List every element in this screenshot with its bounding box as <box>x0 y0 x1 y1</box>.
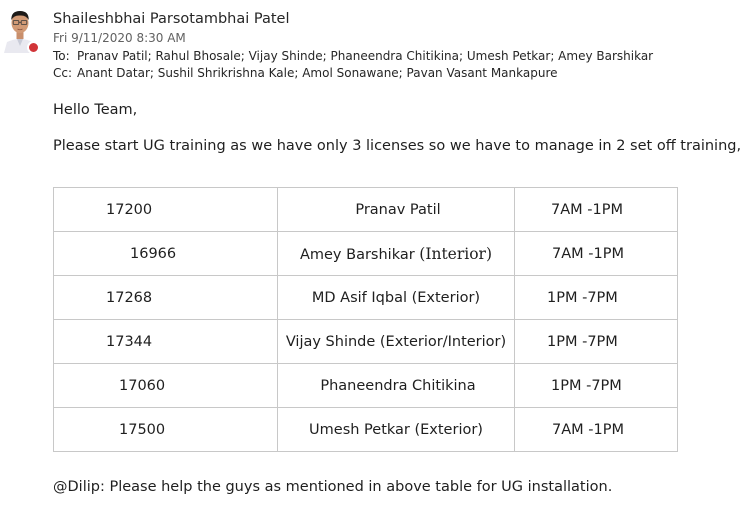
employee-name-cell: Amey Barshikar (Interior) <box>277 231 515 276</box>
employee-name-cell: Umesh Petkar (Exterior) <box>277 407 515 452</box>
table-row: 17268 MD Asif Iqbal (Exterior) 1PM -7PM <box>53 275 678 320</box>
cc-label: Cc: <box>53 66 73 80</box>
time-slot-cell: 7AM -1PM <box>514 407 678 452</box>
time-slot-cell: 7AM -1PM <box>514 231 678 276</box>
sent-date: Fri 9/11/2020 8:30 AM <box>53 31 186 45</box>
message-header: Shaileshbhai Parsotambhai Patel Fri 9/11… <box>53 10 743 82</box>
table-row: 16966 Amey Barshikar (Interior) 7AM -1PM <box>53 231 678 276</box>
employee-id-cell: 17060 <box>53 363 278 408</box>
table-row: 17060 Phaneendra Chitikina 1PM -7PM <box>53 363 678 408</box>
training-schedule-table: 17200 Pranav Patil 7AM -1PM 16966 Amey B… <box>53 187 678 452</box>
message-body: Hello Team, Please start UG training as … <box>53 100 743 156</box>
employee-name-cell: Pranav Patil <box>277 187 515 232</box>
time-slot-cell: 7AM -1PM <box>514 187 678 232</box>
time-slot-cell: 1PM -7PM <box>514 319 678 364</box>
time-slot-cell: 1PM -7PM <box>514 363 678 408</box>
intro-paragraph: Please start UG training as we have only… <box>53 138 742 154</box>
employee-name-suffix: (Interior) <box>419 244 493 263</box>
cc-row: Cc: Anant Datar; Sushil Shrikrishna Kale;… <box>53 65 743 82</box>
table-row: 17344 Vijay Shinde (Exterior/Interior) 1… <box>53 319 678 364</box>
employee-id-cell: 17500 <box>53 407 278 452</box>
employee-id-cell: 17268 <box>53 275 278 320</box>
employee-name-cell: Phaneendra Chitikina <box>277 363 515 408</box>
employee-id-cell: 17200 <box>53 187 278 232</box>
greeting: Hello Team, <box>53 102 138 118</box>
to-label: To: <box>53 49 70 63</box>
closing-paragraph: @Dilip: Please help the guys as mentione… <box>53 479 613 495</box>
employee-id-cell: 17344 <box>53 319 278 364</box>
table-row: 17500 Umesh Petkar (Exterior) 7AM -1PM <box>53 407 678 452</box>
sender-name[interactable]: Shaileshbhai Parsotambhai Patel <box>53 10 743 29</box>
to-row: To: Pranav Patil; Rahul Bhosale; Vijay Sh… <box>53 48 743 65</box>
table-row: 17200 Pranav Patil 7AM -1PM <box>53 187 678 232</box>
cc-recipients[interactable]: Anant Datar; Sushil Shrikrishna Kale; Am… <box>77 66 558 80</box>
time-slot-cell: 1PM -7PM <box>514 275 678 320</box>
employee-id-cell: 16966 <box>53 231 278 276</box>
to-recipients[interactable]: Pranav Patil; Rahul Bhosale; Vijay Shind… <box>77 49 653 63</box>
presence-status-dot <box>27 41 40 54</box>
employee-name-cell: MD Asif Iqbal (Exterior) <box>277 275 515 320</box>
employee-name-cell: Vijay Shinde (Exterior/Interior) <box>277 319 515 364</box>
employee-name-text: Amey Barshikar <box>299 246 420 263</box>
